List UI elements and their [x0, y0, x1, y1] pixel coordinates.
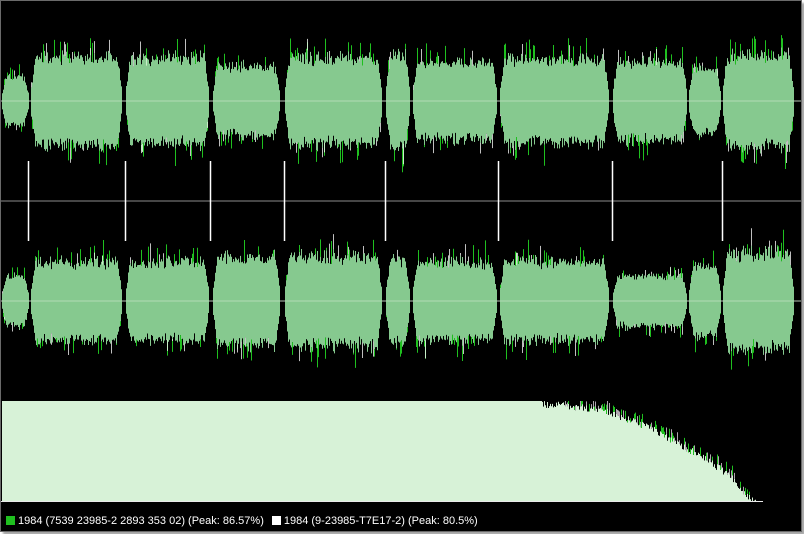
lower-segment: [213, 240, 280, 361]
upper-segment: [689, 56, 721, 141]
upper-segment: [613, 45, 687, 161]
lower-body: [723, 245, 794, 356]
legend-item-secondary: 1984 (9-23985-T7E17-2) (Peak: 80.5%): [271, 514, 478, 527]
upper-segment: [500, 38, 609, 166]
upper-channel-waveform: [1, 35, 801, 173]
upper-segment: [413, 43, 497, 154]
legend: 1984 (7539 23985-2 2893 353 02) (Peak: 8…: [1, 510, 801, 531]
lower-segment: [386, 249, 410, 357]
lower-segment: [126, 243, 209, 356]
secondary-swatch-icon: [271, 516, 281, 525]
legend-item-primary: 1984 (7539 23985-2 2893 353 02) (Peak: 8…: [6, 515, 264, 527]
upper-segment: [126, 38, 209, 166]
upper-body: [213, 59, 280, 142]
upper-segment: [2, 64, 29, 132]
upper-segment: [31, 38, 122, 166]
lower-segment: [31, 240, 122, 355]
primary-swatch-icon: [6, 516, 15, 525]
lower-body: [613, 273, 687, 331]
legend-label-secondary: 1984 (9-23985-T7E17-2) (Peak: 80.5%): [283, 514, 478, 527]
lower-segment: [723, 228, 794, 370]
lower-segment: [2, 267, 29, 332]
upper-segment: [386, 43, 410, 173]
waveform-comparison-view: 1984 (7539 23985-2 2893 353 02) (Peak: 8…: [0, 0, 802, 532]
lower-segment: [500, 239, 609, 360]
upper-segment: [723, 35, 794, 169]
lower-segment: [613, 266, 687, 338]
waveform-plot: [1, 35, 801, 502]
lower-channel-waveform: [1, 228, 801, 370]
spectrum-area: [1, 401, 763, 502]
track-marker-lane: [1, 161, 801, 241]
lower-body: [689, 261, 721, 342]
legend-label-primary: 1984 (7539 23985-2 2893 353 02) (Peak: 8…: [18, 514, 264, 527]
lower-body: [31, 255, 122, 346]
